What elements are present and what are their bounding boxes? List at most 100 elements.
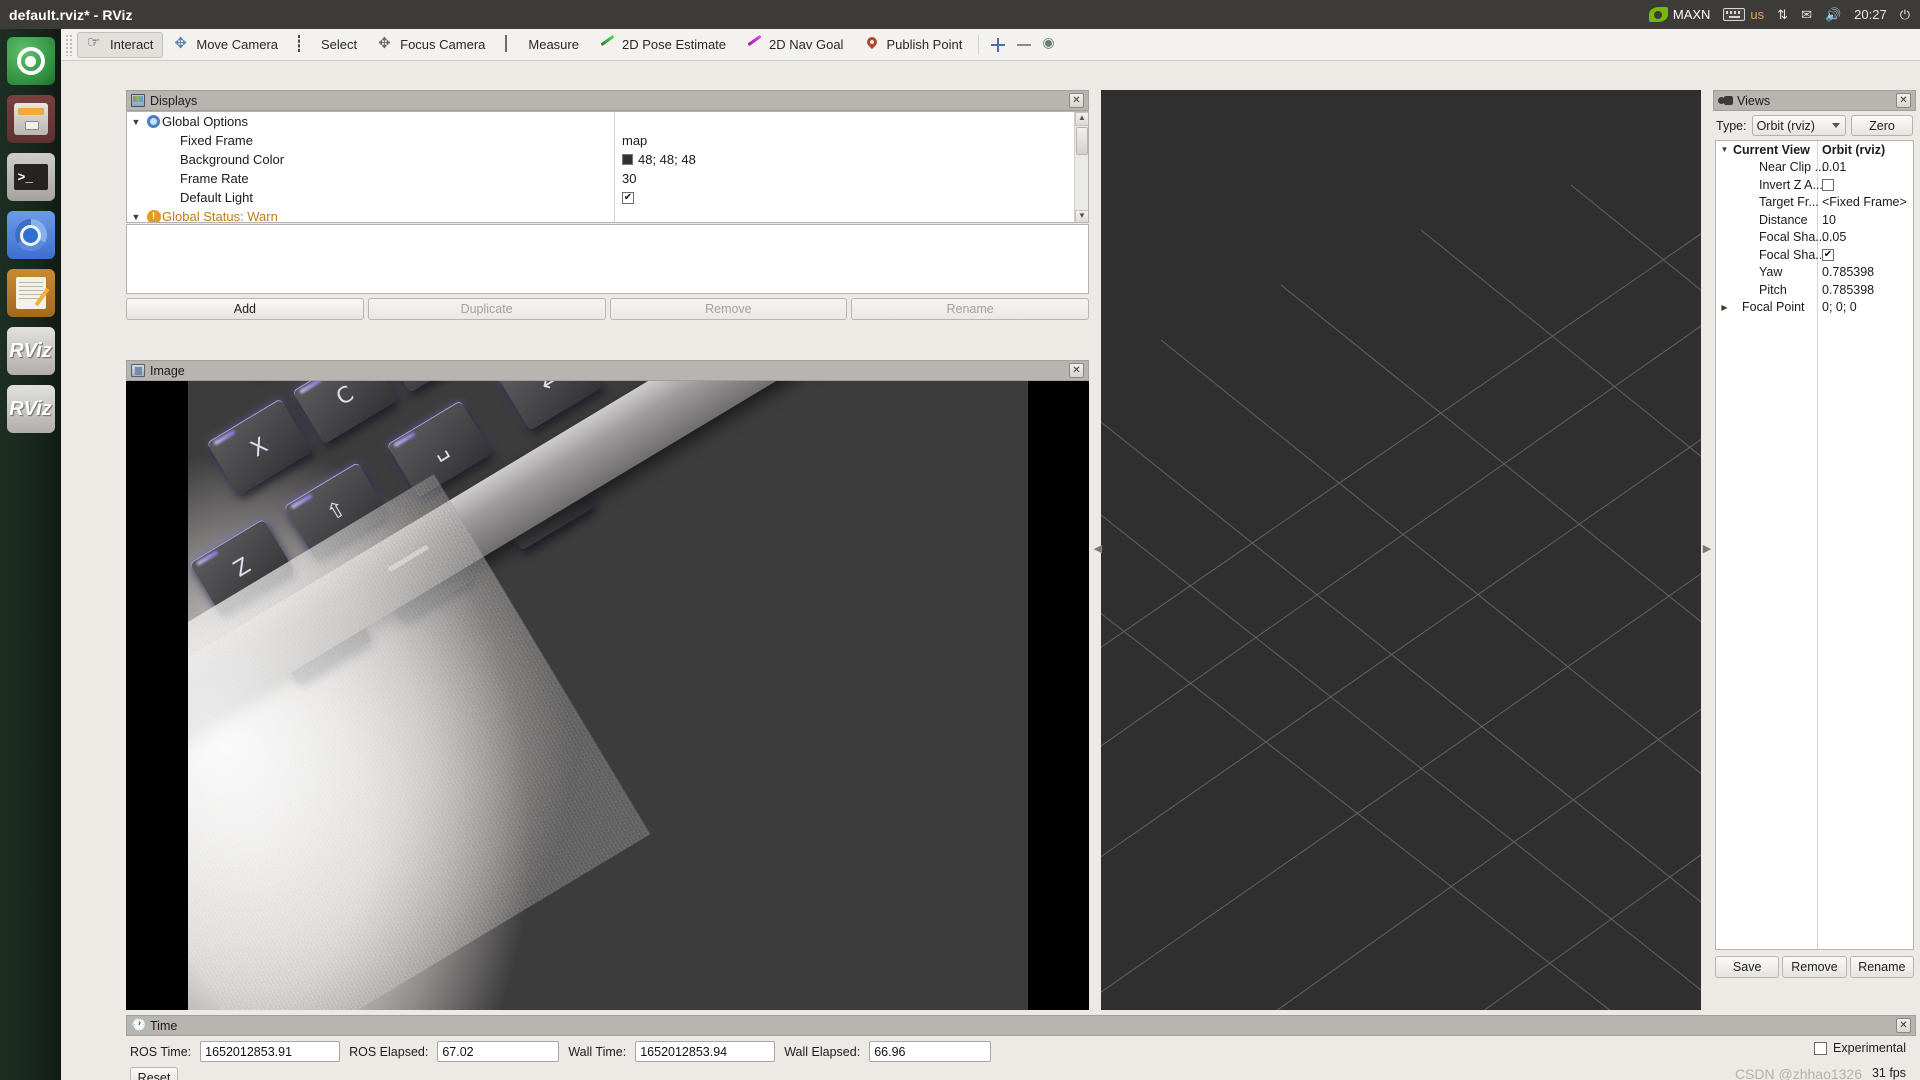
- tool-2d-nav-goal[interactable]: 2D Nav Goal: [736, 32, 853, 58]
- displays-scrollbar[interactable]: ▲ ▼: [1074, 112, 1088, 223]
- views-row-pitch[interactable]: Pitch 0.785398: [1716, 281, 1913, 299]
- tree-row-fixed-frame[interactable]: Fixed Frame map: [127, 131, 1088, 150]
- scroll-down-icon[interactable]: ▼: [1075, 210, 1089, 223]
- views-row-value[interactable]: <Fixed Frame>: [1822, 195, 1907, 209]
- tree-row-value[interactable]: 30: [622, 171, 636, 186]
- wall-elapsed-input[interactable]: 66.96: [869, 1041, 991, 1062]
- launcher-item-rviz-2[interactable]: RViz: [7, 385, 55, 433]
- mail-icon[interactable]: ✉: [1801, 7, 1812, 23]
- keyboard-layout-indicator[interactable]: us: [1723, 7, 1764, 22]
- tree-row-default-light[interactable]: Default Light ✔: [127, 188, 1088, 207]
- views-row-value[interactable]: 0.785398: [1822, 283, 1874, 297]
- displays-tree[interactable]: ▼ Global Options Fixed Frame map Backgro…: [126, 111, 1089, 223]
- tool-properties-icon[interactable]: [1037, 32, 1063, 58]
- launcher-item-ubuntu-dash[interactable]: [7, 37, 55, 85]
- launcher-item-rviz-1[interactable]: RViz: [7, 327, 55, 375]
- rename-view-button[interactable]: Rename: [1850, 956, 1914, 978]
- 3d-render-view[interactable]: [1101, 90, 1701, 1010]
- add-tool-icon[interactable]: [985, 32, 1011, 58]
- clock-label[interactable]: 20:27: [1854, 7, 1887, 22]
- focal-shape-checkbox[interactable]: ✔: [1822, 249, 1834, 261]
- views-row-value[interactable]: 0; 0; 0: [1822, 300, 1857, 314]
- tree-row-background-color[interactable]: Background Color 48; 48; 48: [127, 150, 1088, 169]
- default-light-checkbox[interactable]: ✔: [622, 192, 634, 204]
- views-row-value[interactable]: 10: [1822, 213, 1836, 227]
- tree-row-value[interactable]: map: [622, 133, 647, 148]
- nvidia-power-indicator[interactable]: MAXN: [1649, 7, 1711, 22]
- power-icon[interactable]: ⏻: [1900, 7, 1910, 23]
- views-row-label: Focal Point: [1742, 300, 1805, 314]
- scroll-up-icon[interactable]: ▲: [1075, 112, 1089, 126]
- tree-row-frame-rate[interactable]: Frame Rate 30: [127, 169, 1088, 188]
- views-row-focal-point[interactable]: ▶ Focal Point 0; 0; 0: [1716, 299, 1913, 317]
- tool-2d-pose-estimate[interactable]: 2D Pose Estimate: [589, 32, 736, 58]
- views-row-focal-shape-size[interactable]: Focal Sha... 0.05: [1716, 229, 1913, 247]
- views-row-yaw[interactable]: Yaw 0.785398: [1716, 264, 1913, 282]
- launcher-item-chromium[interactable]: [7, 211, 55, 259]
- twisty-icon[interactable]: ▼: [127, 212, 145, 222]
- launcher-item-terminal[interactable]: >_: [7, 153, 55, 201]
- views-row-focal-shape-fixed-size[interactable]: Focal Sha... ✔: [1716, 246, 1913, 264]
- unity-launcher: >_ RViz RViz: [0, 29, 61, 1080]
- wall-time-input[interactable]: 1652012853.94: [635, 1041, 775, 1062]
- tool-focus-camera[interactable]: Focus Camera: [367, 32, 495, 58]
- tool-interact[interactable]: Interact: [77, 32, 163, 58]
- views-row-value[interactable]: 0.01: [1822, 160, 1846, 174]
- reset-button[interactable]: Reset: [130, 1067, 178, 1080]
- twisty-icon[interactable]: ▶: [1716, 303, 1733, 312]
- experimental-toggle[interactable]: Experimental: [1814, 1041, 1906, 1055]
- toolbar-drag-handle[interactable]: [65, 34, 72, 56]
- view-type-select[interactable]: Orbit (rviz): [1752, 115, 1846, 136]
- tool-select[interactable]: Select: [288, 32, 367, 58]
- views-row-value[interactable]: 0.05: [1822, 230, 1846, 244]
- add-button[interactable]: Add: [126, 298, 364, 320]
- splitter-right-handle[interactable]: ▶: [1702, 539, 1712, 557]
- scroll-thumb[interactable]: [1076, 127, 1088, 155]
- views-row-current-view[interactable]: ▼ Current View Orbit (rviz): [1716, 141, 1913, 159]
- views-row-label: Focal Sha...: [1759, 248, 1826, 262]
- close-icon[interactable]: ✕: [1069, 93, 1084, 108]
- keyboard-icon: [1723, 8, 1745, 21]
- remove-tool-icon[interactable]: [1011, 32, 1037, 58]
- splitter-left-handle[interactable]: ◀: [1093, 539, 1103, 557]
- save-button[interactable]: Save: [1715, 956, 1779, 978]
- tree-row-value[interactable]: ✔: [622, 192, 634, 204]
- views-row-value[interactable]: 0.785398: [1822, 265, 1874, 279]
- frame-rate-value: 30: [622, 171, 636, 186]
- tool-publish-point[interactable]: Publish Point: [853, 32, 972, 58]
- tree-row-value[interactable]: 48; 48; 48: [622, 152, 696, 167]
- views-row-value[interactable]: [1822, 179, 1834, 191]
- volume-icon[interactable]: 🔊: [1825, 7, 1841, 23]
- rename-button[interactable]: Rename: [851, 298, 1089, 320]
- views-row-value[interactable]: ✔: [1822, 249, 1834, 261]
- remove-button[interactable]: Remove: [610, 298, 848, 320]
- twisty-icon[interactable]: ▼: [127, 117, 145, 127]
- views-row-invert-z-axis[interactable]: Invert Z A...: [1716, 176, 1913, 194]
- ros-elapsed-input[interactable]: 67.02: [437, 1041, 559, 1062]
- camera-image-view[interactable]: E R T Y U S D F G H J X: [126, 381, 1089, 1010]
- tree-row-global-status[interactable]: ▼ ! Global Status: Warn: [127, 207, 1088, 223]
- views-row-label: Target Fr...: [1759, 195, 1819, 209]
- views-property-tree[interactable]: ▼ Current View Orbit (rviz) Near Clip ..…: [1715, 140, 1914, 950]
- views-row-near-clip[interactable]: Near Clip ... 0.01: [1716, 159, 1913, 177]
- remove-view-button[interactable]: Remove: [1782, 956, 1846, 978]
- duplicate-button[interactable]: Duplicate: [368, 298, 606, 320]
- close-icon[interactable]: ✕: [1069, 363, 1084, 378]
- views-row-distance[interactable]: Distance 10: [1716, 211, 1913, 229]
- tree-row-label: Global Options: [162, 114, 248, 129]
- invert-z-checkbox[interactable]: [1822, 179, 1834, 191]
- close-icon[interactable]: ✕: [1896, 1018, 1911, 1033]
- zero-button[interactable]: Zero: [1851, 115, 1913, 136]
- ros-time-input[interactable]: 1652012853.91: [200, 1041, 340, 1062]
- experimental-checkbox[interactable]: [1814, 1042, 1827, 1055]
- tool-move-camera[interactable]: Move Camera: [163, 32, 288, 58]
- views-row-target-frame[interactable]: Target Fr... <Fixed Frame>: [1716, 194, 1913, 212]
- tree-row-global-options[interactable]: ▼ Global Options: [127, 112, 1088, 131]
- launcher-item-text-editor[interactable]: [7, 269, 55, 317]
- tool-measure[interactable]: Measure: [495, 32, 589, 58]
- network-updown-icon[interactable]: ⇅: [1777, 8, 1788, 21]
- close-icon[interactable]: ✕: [1896, 93, 1911, 108]
- views-icon: [1718, 94, 1732, 107]
- launcher-item-files[interactable]: [7, 95, 55, 143]
- twisty-icon[interactable]: ▼: [1716, 145, 1733, 154]
